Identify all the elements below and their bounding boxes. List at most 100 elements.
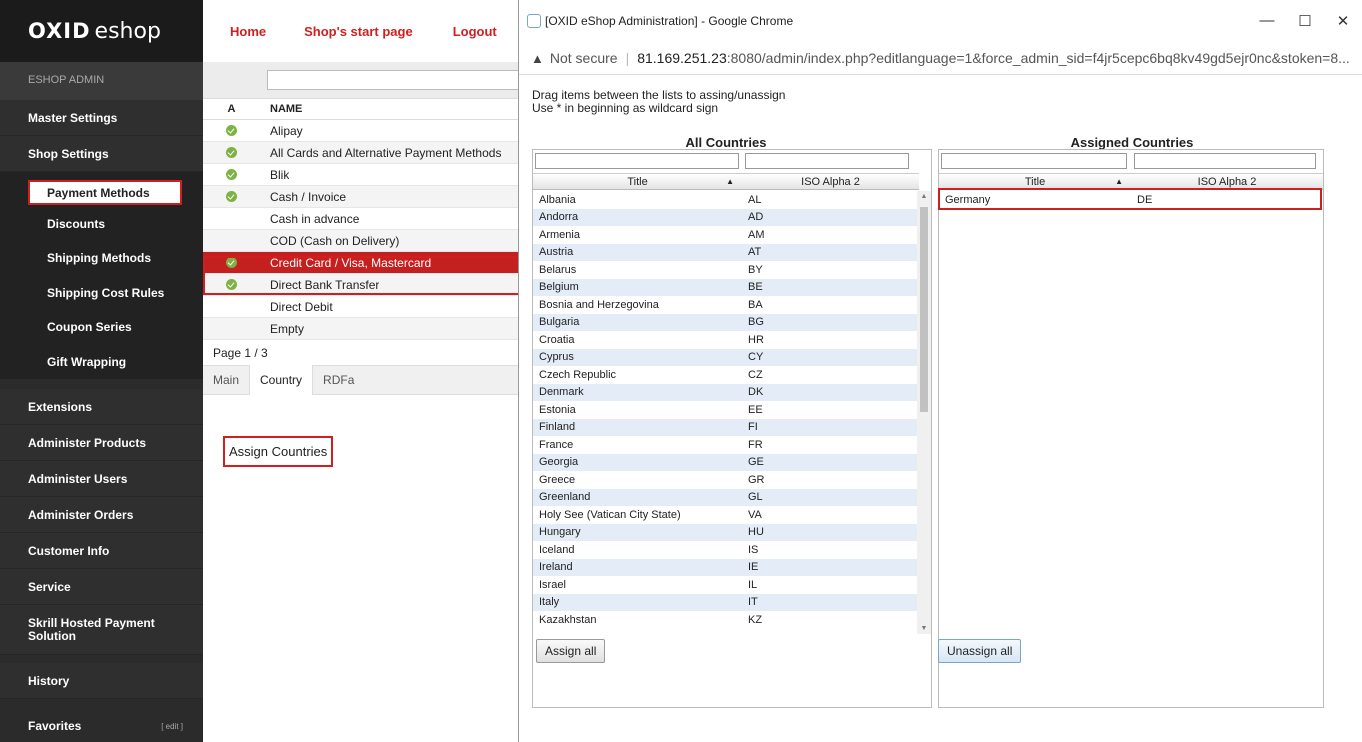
country-row[interactable]: Czech Republic CZ [533,366,919,384]
col-active-header[interactable]: A [203,103,260,115]
nav-customer-info[interactable]: Customer Info [0,533,203,569]
tab-country[interactable]: Country [249,365,314,395]
scroll-down-icon[interactable]: ▼ [917,625,931,632]
nav-administer-users[interactable]: Administer Users [0,461,203,497]
nav-discounts[interactable]: Discounts [0,207,203,242]
country-row[interactable]: Cyprus CY [533,348,919,366]
country-title: Greenland [539,491,591,504]
country-row[interactable]: Finland FI [533,418,919,436]
nav-administer-orders[interactable]: Administer Orders [0,497,203,533]
payment-method-row[interactable]: Credit Card / Visa, Mastercard [203,252,518,274]
nav-service[interactable]: Service [0,569,203,605]
nav-administer-products[interactable]: Administer Products [0,425,203,461]
country-row[interactable]: Kazakhstan KZ [533,611,919,629]
payment-method-row[interactable]: Blik [203,164,518,186]
country-row[interactable]: Belgium BE [533,278,919,296]
assigned-iso-filter-input[interactable] [1134,153,1316,169]
name-filter-input[interactable] [267,70,527,90]
country-row[interactable]: Belarus BY [533,261,919,279]
country-title: Greece [539,473,576,486]
nav-payment-methods[interactable]: Payment Methods [28,180,182,205]
logo-light-text: eshop [94,18,161,44]
country-row[interactable]: Iceland IS [533,541,919,559]
country-row[interactable]: Albania AL [533,191,919,209]
nav-extensions[interactable]: Extensions [0,389,203,425]
col-name-header[interactable]: NAME [260,103,302,115]
payment-method-row[interactable]: COD (Cash on Delivery) [203,230,518,252]
all-iso-filter-input[interactable] [745,153,909,169]
country-iso: FI [748,421,758,434]
country-iso: AD [748,211,764,224]
country-row[interactable]: Georgia GE [533,453,919,471]
nav-master-settings[interactable]: Master Settings [0,100,203,136]
all-title-filter-input[interactable] [535,153,739,169]
country-title: Cyprus [539,351,574,364]
payment-method-row[interactable]: Cash / Invoice [203,186,518,208]
maximize-icon[interactable]: ☐ [1286,12,1324,30]
nav-shipping-methods[interactable]: Shipping Methods [0,241,203,276]
country-iso: HR [748,333,764,346]
assigned-title-column-header[interactable]: Title ▲ [939,173,1131,190]
all-iso-column-header[interactable]: ISO Alpha 2 [742,173,919,190]
country-row[interactable]: Ireland IE [533,558,919,576]
country-row[interactable]: Germany DE [939,191,1323,210]
unassign-all-button[interactable]: Unassign all [938,639,1022,663]
address-bar[interactable]: ▲ Not secure | 81.169.251.23 :8080/admin… [519,42,1362,75]
country-iso: IT [748,596,758,609]
assigned-iso-column-header[interactable]: ISO Alpha 2 [1131,173,1323,190]
country-row[interactable]: Greenland GL [533,488,919,506]
logout-link[interactable]: Logout [453,24,497,39]
country-row[interactable]: Estonia EE [533,401,919,419]
nav-shop-settings[interactable]: Shop Settings [0,136,203,172]
payment-method-name: Alipay [270,123,303,138]
payment-method-row[interactable]: Direct Debit [203,296,518,318]
close-icon[interactable]: ✕ [1324,12,1362,30]
payment-method-name: Blik [270,167,290,182]
assign-countries-button[interactable]: Assign Countries [223,436,334,467]
country-row[interactable]: Denmark DK [533,383,919,401]
address-separator: | [625,50,630,66]
all-title-column-header[interactable]: Title ▲ [533,173,742,190]
country-row[interactable]: Greece GR [533,471,919,489]
payment-method-row[interactable]: All Cards and Alternative Payment Method… [203,142,518,164]
list-header: A NAME [203,99,518,120]
country-row[interactable]: Hungary HU [533,523,919,541]
shop-start-page-link[interactable]: Shop's start page [304,24,413,39]
payment-method-name: Direct Bank Transfer [270,277,380,292]
country-title: Bosnia and Herzegovina [539,298,659,311]
country-row[interactable]: Croatia HR [533,331,919,349]
country-row[interactable]: Italy IT [533,593,919,611]
nav-shipping-cost-rules[interactable]: Shipping Cost Rules [0,276,203,311]
assign-all-button[interactable]: Assign all [536,639,606,663]
country-row[interactable]: Israel IL [533,576,919,594]
country-row[interactable]: Bulgaria BG [533,313,919,331]
payment-method-row[interactable]: Cash in advance [203,208,518,230]
country-row[interactable]: Andorra AD [533,208,919,226]
country-iso: IE [748,561,759,574]
all-countries-scrollbar[interactable]: ▲ ▼ [917,191,931,634]
country-row[interactable]: Holy See (Vatican City State) VA [533,506,919,524]
nav-coupon-series[interactable]: Coupon Series [0,310,203,345]
country-iso: AL [748,193,762,206]
tab-rdfa[interactable]: RDFa [313,365,364,395]
payment-method-row[interactable]: Direct Bank Transfer [203,274,518,296]
country-title: Austria [539,246,574,259]
payment-method-row[interactable]: Empty [203,318,518,340]
nav-gift-wrapping[interactable]: Gift Wrapping [0,345,203,380]
nav-history[interactable]: History [0,663,203,699]
home-link[interactable]: Home [230,24,266,39]
favorites-edit-link[interactable]: [ edit ] [161,722,183,731]
nav-favorites[interactable]: Favorites [ edit ] [0,710,203,742]
minimize-icon[interactable]: — [1248,12,1286,30]
oxid-logo[interactable]: OXID eshop [0,0,203,62]
scroll-thumb[interactable] [920,207,928,412]
country-row[interactable]: France FR [533,436,919,454]
nav-skrill[interactable]: Skrill Hosted Payment Solution [0,605,203,655]
assigned-title-filter-input[interactable] [941,153,1127,169]
country-row[interactable]: Austria AT [533,243,919,261]
scroll-up-icon[interactable]: ▲ [917,193,931,200]
country-row[interactable]: Bosnia and Herzegovina BA [533,296,919,314]
tab-main[interactable]: Main [203,365,249,395]
payment-method-row[interactable]: Alipay [203,120,518,142]
country-row[interactable]: Armenia AM [533,226,919,244]
